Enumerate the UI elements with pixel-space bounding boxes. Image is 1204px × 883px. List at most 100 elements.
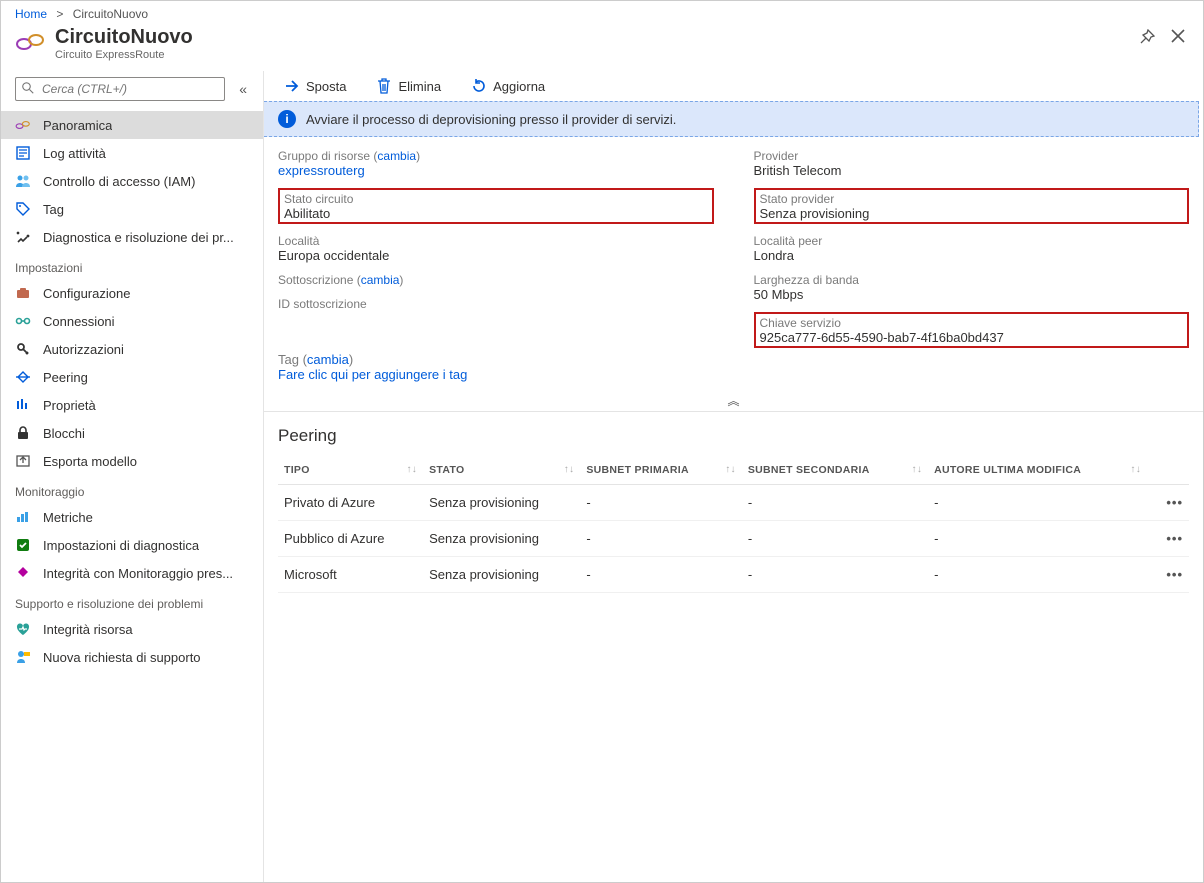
nuova-richiesta-icon — [15, 649, 31, 665]
sub-change-link[interactable]: cambia — [361, 273, 400, 287]
location-value: Europa occidentale — [278, 248, 714, 263]
diagnostica-icon — [15, 229, 31, 245]
sidebar-item-connessioni[interactable]: Connessioni — [1, 307, 263, 335]
col-primary[interactable]: SUBNET PRIMARIA↑↓ — [580, 456, 741, 485]
sidebar-item-metriche[interactable]: Metriche — [1, 503, 263, 531]
page-header: CircuitoNuovo Circuito ExpressRoute — [1, 25, 1203, 71]
cell-primary: - — [580, 485, 741, 521]
sidebar-item-configurazione[interactable]: Configurazione — [1, 279, 263, 307]
refresh-button[interactable]: Aggiorna — [465, 77, 551, 95]
cell-state: Senza provisioning — [423, 485, 580, 521]
service-key-label: Chiave servizio — [760, 316, 841, 330]
peering-icon — [15, 369, 31, 385]
sidebar-item-log-attivita[interactable]: Log attività — [1, 139, 263, 167]
sidebar-item-label: Peering — [43, 370, 88, 385]
tag-icon — [15, 201, 31, 217]
row-more-button[interactable]: ••• — [1147, 485, 1189, 521]
sidebar-item-integrita-risorsa[interactable]: Integrità risorsa — [1, 615, 263, 643]
page-title: CircuitoNuovo — [55, 25, 193, 49]
cell-modified: - — [928, 485, 1147, 521]
sidebar-item-proprieta[interactable]: Proprietà — [1, 391, 263, 419]
sidebar-item-diag-settings[interactable]: Impostazioni di diagnostica — [1, 531, 263, 559]
provider-state-label: Stato provider — [760, 192, 835, 206]
sidebar-item-peering[interactable]: Peering — [1, 363, 263, 391]
blocchi-icon — [15, 425, 31, 441]
table-row[interactable]: MicrosoftSenza provisioning---••• — [278, 557, 1189, 593]
cell-type: Privato di Azure — [278, 485, 423, 521]
sidebar-item-integrita-mon[interactable]: Integrità con Monitoraggio pres... — [1, 559, 263, 587]
tag-change-link[interactable]: cambia — [307, 352, 349, 367]
sidebar-item-label: Log attività — [43, 146, 106, 161]
col-type[interactable]: TIPO↑↓ — [278, 456, 423, 485]
breadcrumb-home[interactable]: Home — [15, 7, 47, 21]
cell-secondary: - — [742, 485, 928, 521]
sidebar-item-label: Esporta modello — [43, 454, 137, 469]
rg-label: Gruppo di risorse (cambia) — [278, 149, 714, 163]
peer-location-label: Località peer — [754, 234, 1190, 248]
col-modified[interactable]: AUTORE ULTIMA MODIFICA↑↓ — [928, 456, 1147, 485]
close-button[interactable] — [1167, 25, 1189, 47]
configurazione-icon — [15, 285, 31, 301]
properties-grid: Gruppo di risorse (cambia) expressrouter… — [264, 137, 1203, 348]
location-label: Località — [278, 234, 714, 248]
toolbar: Sposta Elimina Aggiorna — [264, 71, 1203, 101]
col-state[interactable]: STATO↑↓ — [423, 456, 580, 485]
sidebar-section-header: Supporto e risoluzione dei problemi — [1, 587, 263, 615]
sidebar-item-label: Controllo di accesso (IAM) — [43, 174, 195, 189]
cell-primary: - — [580, 521, 741, 557]
bandwidth-label: Larghezza di banda — [754, 273, 1190, 287]
circuit-state-value: Abilitato — [284, 206, 330, 221]
sidebar-item-label: Blocchi — [43, 426, 85, 441]
main-pane: Sposta Elimina Aggiorna i Avviare — [264, 71, 1203, 882]
sidebar-item-diagnostica[interactable]: Diagnostica e risoluzione dei pr... — [1, 223, 263, 251]
breadcrumb-sep: > — [56, 7, 63, 21]
cell-state: Senza provisioning — [423, 557, 580, 593]
table-row[interactable]: Pubblico di AzureSenza provisioning---••… — [278, 521, 1189, 557]
search-box[interactable] — [15, 77, 225, 101]
peering-heading: Peering — [278, 426, 1189, 446]
cell-type: Microsoft — [278, 557, 423, 593]
sidebar-section-header: Monitoraggio — [1, 475, 263, 503]
cell-type: Pubblico di Azure — [278, 521, 423, 557]
search-icon — [22, 82, 34, 97]
sidebar-item-panoramica[interactable]: Panoramica — [1, 111, 263, 139]
integrita-mon-icon — [15, 565, 31, 581]
row-more-button[interactable]: ••• — [1147, 557, 1189, 593]
rg-value[interactable]: expressrouterg — [278, 163, 365, 178]
sidebar-item-iam[interactable]: Controllo di accesso (IAM) — [1, 167, 263, 195]
sidebar-item-label: Connessioni — [43, 314, 115, 329]
sidebar-item-esporta-modello[interactable]: Esporta modello — [1, 447, 263, 475]
move-button[interactable]: Sposta — [278, 77, 352, 95]
collapse-sidebar-button[interactable]: « — [233, 80, 253, 98]
proprieta-icon — [15, 397, 31, 413]
provider-value: British Telecom — [754, 163, 1190, 178]
search-input[interactable] — [40, 81, 218, 97]
pin-button[interactable] — [1135, 25, 1159, 49]
row-more-button[interactable]: ••• — [1147, 521, 1189, 557]
peering-section: Peering TIPO↑↓ STATO↑↓ SUBNET PRIMARIA↑↓… — [264, 412, 1203, 593]
info-icon: i — [278, 110, 296, 128]
delete-label: Elimina — [398, 79, 441, 94]
log-attivita-icon — [15, 145, 31, 161]
sidebar-item-nuova-richiesta[interactable]: Nuova richiesta di supporto — [1, 643, 263, 671]
page-subtitle: Circuito ExpressRoute — [55, 49, 193, 61]
circuit-state-label: Stato circuito — [284, 192, 353, 206]
col-secondary[interactable]: SUBNET SECONDARIA↑↓ — [742, 456, 928, 485]
sidebar-item-autorizzazioni[interactable]: Autorizzazioni — [1, 335, 263, 363]
diag-settings-icon — [15, 537, 31, 553]
refresh-icon — [471, 78, 487, 94]
rg-change-link[interactable]: cambia — [377, 149, 416, 163]
delete-button[interactable]: Elimina — [370, 77, 447, 95]
trash-icon — [376, 78, 392, 94]
cell-modified: - — [928, 521, 1147, 557]
sidebar-item-tag[interactable]: Tag — [1, 195, 263, 223]
expressroute-icon — [15, 27, 45, 57]
table-row[interactable]: Privato di AzureSenza provisioning---••• — [278, 485, 1189, 521]
breadcrumb-current: CircuitoNuovo — [73, 7, 148, 21]
cell-secondary: - — [742, 557, 928, 593]
cell-state: Senza provisioning — [423, 521, 580, 557]
expand-chevron-icon[interactable]: ︽ — [264, 390, 1203, 411]
autorizzazioni-icon — [15, 341, 31, 357]
add-tag-link[interactable]: Fare clic qui per aggiungere i tag — [278, 367, 467, 382]
sidebar-item-blocchi[interactable]: Blocchi — [1, 419, 263, 447]
